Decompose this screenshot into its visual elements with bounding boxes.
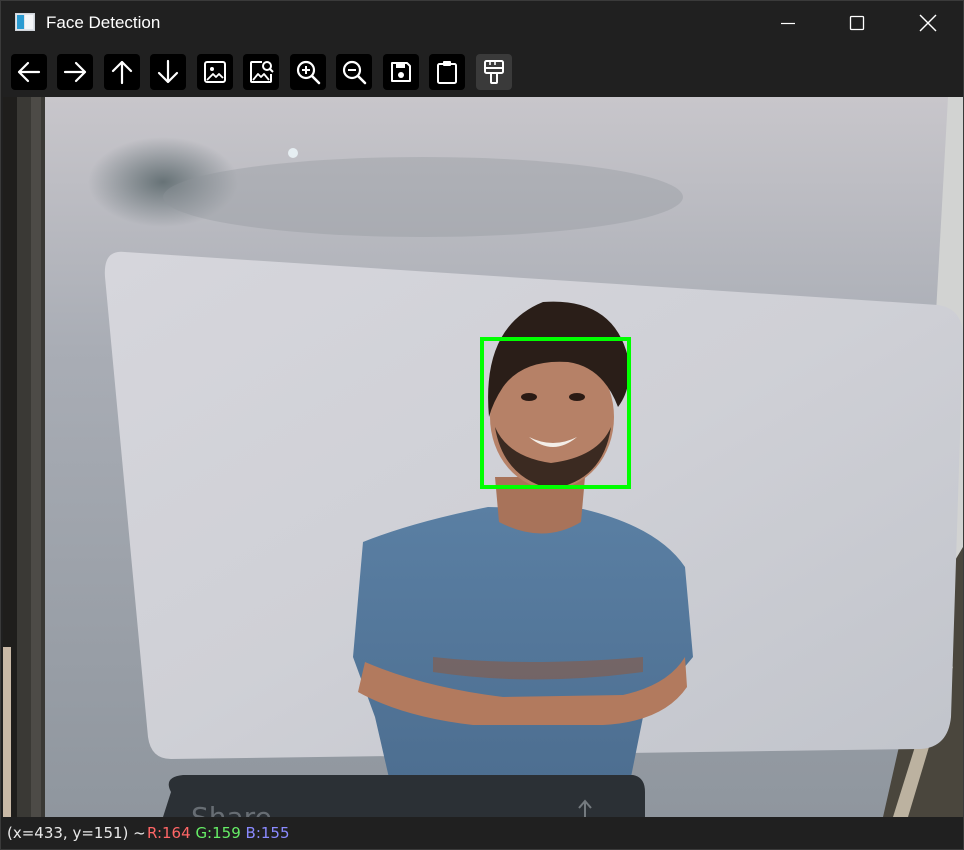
clipboard-icon — [437, 61, 457, 84]
save-button[interactable] — [383, 54, 419, 90]
paint-brush-icon — [484, 60, 504, 84]
minimize-button[interactable] — [765, 1, 811, 45]
zoom-out-icon — [342, 60, 367, 85]
properties-button[interactable] — [476, 54, 512, 90]
close-icon — [919, 14, 937, 32]
cursor-coordinates: (x=433, y=151) ~ — [7, 824, 146, 842]
zoom-in-icon — [296, 60, 321, 85]
toolbar — [1, 45, 963, 97]
camera-dot — [288, 148, 298, 158]
eye — [521, 393, 537, 401]
zoom-in-button[interactable] — [290, 54, 326, 90]
maximize-icon — [849, 15, 865, 31]
share-button-label: Share — [191, 801, 272, 817]
app-window: Face Detection (x=433, y=151) ~ R:164 G:… — [0, 0, 964, 850]
title-bar[interactable]: Face Detection — [1, 1, 963, 45]
minimize-icon — [781, 22, 795, 25]
arrow-down-icon — [157, 59, 179, 84]
window-title: Face Detection — [46, 13, 161, 32]
blurred-shadow — [163, 157, 683, 237]
close-button[interactable] — [905, 1, 951, 45]
pan-up-button[interactable] — [104, 54, 140, 90]
arrow-left-icon — [17, 61, 41, 83]
eye — [569, 393, 585, 401]
image-icon — [204, 61, 226, 83]
desk-background — [3, 647, 11, 817]
zoom-out-button[interactable] — [336, 54, 372, 90]
phone-left-highlight — [31, 97, 41, 817]
pixel-green-value: G:159 — [195, 824, 241, 842]
status-bar: (x=433, y=151) ~ R:164 G:159 B:155 — [1, 817, 963, 849]
arrow-up-icon — [111, 60, 133, 85]
image-viewport[interactable]: Share — [3, 97, 963, 817]
camera-frame: Share — [3, 97, 963, 817]
pan-down-button[interactable] — [150, 54, 186, 90]
save-icon — [391, 62, 411, 82]
pixel-blue-value: B:155 — [245, 824, 290, 842]
maximize-button[interactable] — [834, 1, 880, 45]
zoom-original-button[interactable] — [197, 54, 233, 90]
pixel-red-value: R:164 — [147, 824, 191, 842]
arrow-right-icon — [63, 61, 87, 83]
pan-right-button[interactable] — [57, 54, 93, 90]
copy-clipboard-button[interactable] — [429, 54, 465, 90]
zoom-fit-button[interactable] — [243, 54, 279, 90]
pan-left-button[interactable] — [11, 54, 47, 90]
app-icon — [15, 13, 35, 31]
image-search-icon — [250, 61, 274, 83]
